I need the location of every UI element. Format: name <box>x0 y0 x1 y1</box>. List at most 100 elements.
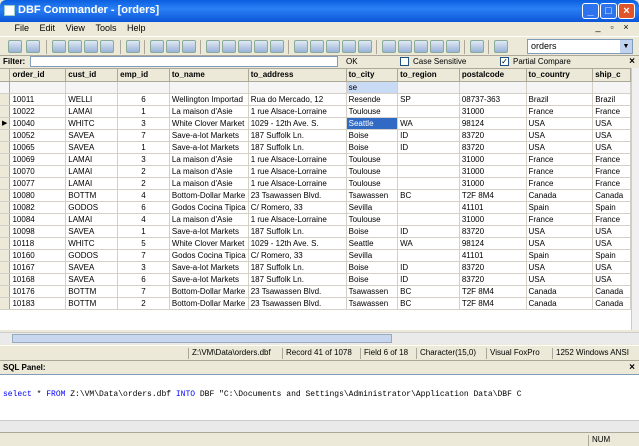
row-indicator-cell[interactable] <box>0 165 11 178</box>
filter-cell-ship_c[interactable] <box>592 81 631 94</box>
open-icon[interactable] <box>8 40 22 53</box>
table-cell-to_country[interactable]: Canada <box>526 189 594 202</box>
table-cell-cust_id[interactable]: LAMAI <box>65 105 119 118</box>
table-cell-ship_c[interactable]: France <box>592 177 631 190</box>
table-cell-to_name[interactable]: Save-a-lot Markets <box>169 261 249 274</box>
table-cell-postalcode[interactable]: T2F 8M4 <box>459 285 527 298</box>
table-cell-to_address[interactable]: 187 Suffolk Ln. <box>248 261 347 274</box>
table-row[interactable]: 10160 GODOS 7 Godos Cocina Tipica C/ Romero,… <box>0 249 631 262</box>
table-cell-ship_c[interactable]: USA <box>592 273 631 286</box>
column-header-to_region[interactable]: to_region <box>397 69 460 82</box>
table-cell-to_region[interactable] <box>397 177 460 190</box>
table-cell-to_city[interactable]: Sevilla <box>346 249 399 262</box>
maximize-button[interactable]: □ <box>600 3 617 19</box>
help-icon[interactable] <box>494 40 508 53</box>
table-cell-to_region[interactable]: WA <box>397 237 460 250</box>
table-cell-postalcode[interactable]: 31000 <box>459 105 527 118</box>
table-cell-to_country[interactable]: Canada <box>526 285 594 298</box>
table-cell-to_address[interactable]: 1029 - 12th Ave. S. <box>248 117 347 130</box>
table-cell-order_id[interactable]: 10168 <box>9 273 67 286</box>
table-cell-postalcode[interactable]: 31000 <box>459 165 527 178</box>
row-indicator-cell[interactable] <box>0 285 11 298</box>
next-record-icon[interactable] <box>326 40 340 53</box>
table-cell-to_region[interactable]: ID <box>397 261 460 274</box>
table-cell-to_country[interactable]: USA <box>526 141 594 154</box>
table-row[interactable]: 10080 BOTTM 4 Bottom-Dollar Marke 23 Tsawass… <box>0 189 631 202</box>
chevron-down-icon[interactable]: ▼ <box>620 40 632 53</box>
table-cell-to_region[interactable]: BC <box>397 285 460 298</box>
table-cell-cust_id[interactable]: WHITC <box>65 117 119 130</box>
table-cell-to_address[interactable]: 1 rue Alsace-Lorraine <box>248 105 347 118</box>
table-row[interactable]: 10077 LAMAI 2 La maison d'Asie 1 rue Alsace-… <box>0 177 631 190</box>
tools-icon[interactable] <box>470 40 484 53</box>
table-cell-to_region[interactable] <box>397 249 460 262</box>
insert-record-icon[interactable] <box>238 40 252 53</box>
filter-cell-emp_id[interactable] <box>117 81 170 94</box>
row-indicator-cell[interactable] <box>0 129 11 142</box>
table-cell-to_city[interactable]: Toulouse <box>346 105 399 118</box>
table-cell-order_id[interactable]: 10077 <box>9 177 67 190</box>
export-icon[interactable] <box>52 40 66 53</box>
table-cell-cust_id[interactable]: LAMAI <box>65 165 119 178</box>
table-cell-emp_id[interactable]: 7 <box>117 285 170 298</box>
table-cell-emp_id[interactable]: 1 <box>117 225 170 238</box>
table-cell-cust_id[interactable]: WHITC <box>65 237 119 250</box>
table-cell-to_country[interactable]: Brazil <box>526 93 594 106</box>
table-cell-to_name[interactable]: Bottom-Dollar Marke <box>169 297 249 310</box>
table-cell-order_id[interactable]: 10040 <box>9 117 67 130</box>
table-cell-to_city[interactable]: Toulouse <box>346 153 399 166</box>
table-cell-to_region[interactable]: BC <box>397 189 460 202</box>
table-cell-ship_c[interactable]: Spain <box>592 201 631 214</box>
column-header-emp_id[interactable]: emp_id <box>117 69 170 82</box>
table-cell-cust_id[interactable]: LAMAI <box>65 213 119 226</box>
table-cell-cust_id[interactable]: SAVEA <box>65 129 119 142</box>
table-row[interactable]: 10183 BOTTM 2 Bottom-Dollar Marke 23 Tsawass… <box>0 297 631 310</box>
table-cell-to_address[interactable]: 187 Suffolk Ln. <box>248 273 347 286</box>
column-header-cust_id[interactable]: cust_id <box>65 69 119 82</box>
table-cell-order_id[interactable]: 10167 <box>9 261 67 274</box>
table-cell-to_country[interactable]: USA <box>526 225 594 238</box>
row-indicator-cell[interactable] <box>0 213 11 226</box>
table-cell-to_address[interactable]: Rua do Mercado, 12 <box>248 93 347 106</box>
table-cell-postalcode[interactable]: 83720 <box>459 273 527 286</box>
print-icon[interactable] <box>84 40 98 53</box>
table-cell-ship_c[interactable]: France <box>592 105 631 118</box>
table-cell-emp_id[interactable]: 5 <box>117 237 170 250</box>
sql-close-icon[interactable]: × <box>629 362 635 373</box>
table-cell-ship_c[interactable]: France <box>592 153 631 166</box>
table-cell-order_id[interactable]: 10070 <box>9 165 67 178</box>
table-cell-to_city[interactable]: Sevilla <box>346 201 399 214</box>
row-indicator-cell[interactable] <box>0 189 11 202</box>
filter-ok-button[interactable]: OK <box>346 57 358 66</box>
table-cell-emp_id[interactable]: 2 <box>117 165 170 178</box>
row-indicator-cell[interactable] <box>0 273 11 286</box>
row-indicator-cell[interactable] <box>0 93 11 106</box>
table-cell-emp_id[interactable]: 3 <box>117 117 170 130</box>
column-header-order_id[interactable]: order_id <box>9 69 67 82</box>
table-cell-postalcode[interactable]: 83720 <box>459 141 527 154</box>
table-cell-order_id[interactable]: 10160 <box>9 249 67 262</box>
table-cell-to_city[interactable]: Boise <box>346 273 399 286</box>
table-cell-to_name[interactable]: Save-a-lot Markets <box>169 141 249 154</box>
menu-edit[interactable]: Edit <box>36 22 60 34</box>
minimize-button[interactable]: _ <box>582 3 599 19</box>
table-cell-to_address[interactable]: 23 Tsawassen Blvd. <box>248 189 347 202</box>
table-cell-to_region[interactable]: BC <box>397 297 460 310</box>
filter-close-icon[interactable]: × <box>629 56 635 67</box>
table-cell-ship_c[interactable]: Canada <box>592 189 631 202</box>
table-cell-ship_c[interactable]: France <box>592 165 631 178</box>
filter-cell-to_city[interactable]: se <box>346 81 399 94</box>
table-cell-ship_c[interactable]: Spain <box>592 249 631 262</box>
column-header-to_address[interactable]: to_address <box>248 69 347 82</box>
table-cell-ship_c[interactable]: Brazil <box>592 93 631 106</box>
table-cell-cust_id[interactable]: LAMAI <box>65 177 119 190</box>
table-cell-to_country[interactable]: France <box>526 153 594 166</box>
row-indicator-cell[interactable] <box>0 141 11 154</box>
row-indicator-cell[interactable] <box>0 249 11 262</box>
table-cell-cust_id[interactable]: LAMAI <box>65 153 119 166</box>
paste-icon[interactable] <box>182 40 196 53</box>
column-header-to_city[interactable]: to_city <box>346 69 399 82</box>
table-row[interactable]: ▶ 10040 WHITC 3 White Clover Market 1029 - 12… <box>0 117 631 130</box>
table-cell-to_city[interactable]: Toulouse <box>346 177 399 190</box>
table-cell-postalcode[interactable]: 98124 <box>459 117 527 130</box>
